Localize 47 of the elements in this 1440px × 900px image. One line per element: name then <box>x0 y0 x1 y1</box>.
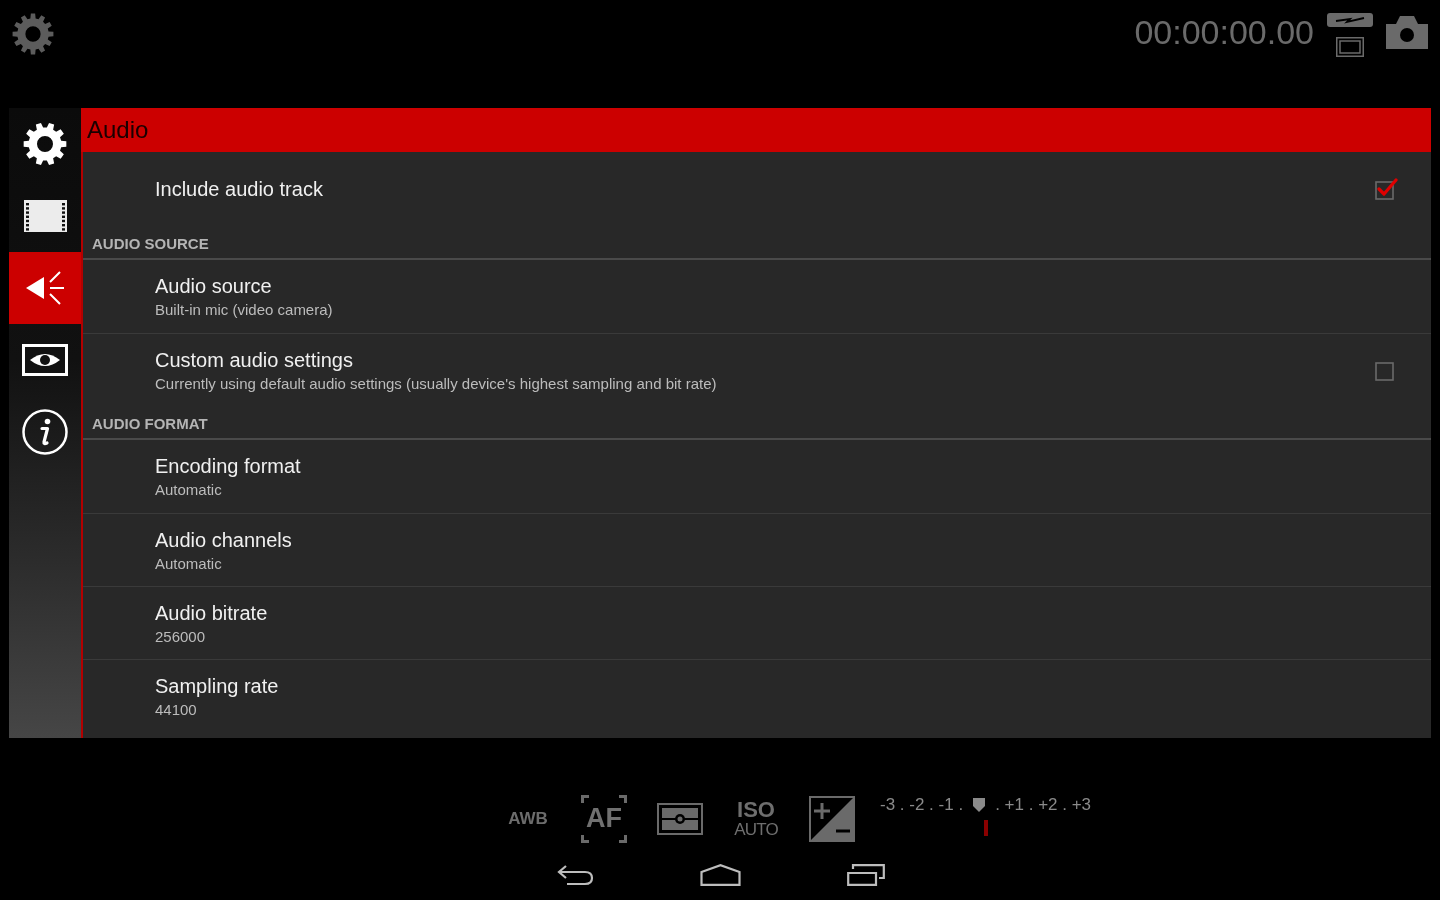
lightning-icon <box>1327 13 1373 27</box>
home-button[interactable] <box>700 864 741 886</box>
setting-title[interactable]: Audio bitrate <box>155 599 268 626</box>
exposure-compensation-icon <box>809 795 855 842</box>
info-icon <box>22 409 68 455</box>
camera-button[interactable] <box>1386 16 1428 49</box>
setting-summary: Automatic <box>155 553 222 574</box>
marker-icon <box>973 798 986 812</box>
setting-summary: 44100 <box>155 699 197 720</box>
setting-summary: Currently using default audio settings (usually device's highest sampling and bit rate) <box>155 373 717 394</box>
setting-summary: 256000 <box>155 626 206 647</box>
metering-icon <box>657 802 703 835</box>
back-icon <box>557 864 594 886</box>
setting-title[interactable]: Custom audio settings <box>155 346 353 373</box>
exposure-scale[interactable]: -3 . -2 . -1 . . +1 . +2 . +3 <box>880 795 1092 842</box>
setting-title[interactable]: Encoding format <box>155 453 301 479</box>
panel-header: Audio <box>81 108 1431 152</box>
recents-button[interactable] <box>847 864 885 886</box>
metering-button[interactable] <box>657 802 703 835</box>
flash-button[interactable] <box>1327 13 1373 27</box>
recents-icon <box>847 864 885 886</box>
exposure-scale-label: -3 . -2 . -1 . <box>880 795 964 815</box>
section-header: AUDIO SOURCE <box>92 235 209 252</box>
setting-title[interactable]: Sampling rate <box>155 672 279 699</box>
home-icon <box>700 864 741 886</box>
setting-summary: Automatic <box>155 480 222 500</box>
setting-summary: Built-in mic (video camera) <box>155 300 333 320</box>
camera-icon <box>1386 16 1428 49</box>
exposure-compensation-button[interactable] <box>809 795 855 842</box>
awb-mode-button[interactable]: AWB <box>508 810 548 827</box>
settings-button[interactable] <box>12 13 54 55</box>
focus-button[interactable]: AF <box>581 794 627 843</box>
recording-timer: 00:00:00.00 <box>1134 15 1314 49</box>
setting-title[interactable]: Include audio track <box>155 176 323 202</box>
setting-title[interactable]: Audio source <box>155 273 272 299</box>
section-header: AUDIO FORMAT <box>92 415 208 432</box>
gear-icon <box>23 122 67 166</box>
eye-icon <box>22 344 68 376</box>
back-button[interactable] <box>557 864 594 886</box>
setting-title[interactable]: Audio channels <box>155 526 292 553</box>
film-icon <box>23 200 67 232</box>
exposure-scale-label: . +1 . +2 . +3 <box>995 795 1092 815</box>
settings-icon <box>12 13 54 55</box>
frame-button[interactable] <box>1336 37 1364 57</box>
frame-icon <box>1336 37 1364 57</box>
checkbox[interactable] <box>1375 178 1398 200</box>
iso-button[interactable]: ISO AUTO <box>734 799 778 838</box>
